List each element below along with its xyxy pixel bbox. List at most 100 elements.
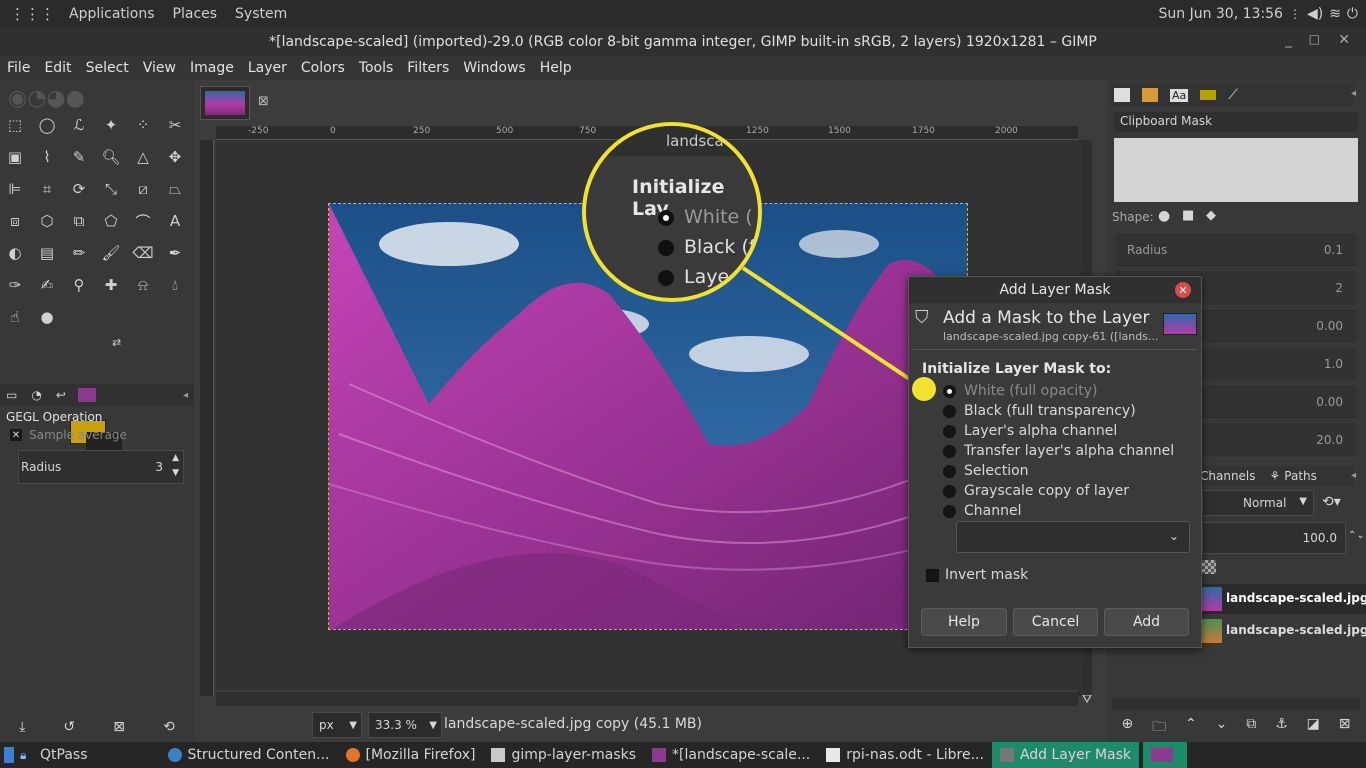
scissors-icon[interactable]: ✂ <box>164 114 186 136</box>
volume-icon[interactable]: ◀) <box>1307 6 1323 22</box>
radio-transfer-alpha[interactable]: Transfer layer's alpha channel <box>943 443 1174 459</box>
param-radius[interactable]: Radius 0.1 <box>1114 232 1358 268</box>
close-image-tab-icon[interactable]: ⊠ <box>258 94 269 109</box>
opacity-spinner[interactable]: 100.0 <box>1202 522 1346 554</box>
color-select-icon[interactable]: ⁘ <box>132 114 154 136</box>
anchor-layer-icon[interactable]: ⚓ <box>1275 716 1288 738</box>
channel-select[interactable]: ⌄ <box>956 521 1190 553</box>
clock[interactable]: Sun Jun 30, 13:56 <box>1158 6 1282 22</box>
eraser-icon[interactable]: ⌫ <box>132 242 154 264</box>
task-add-layer-mask[interactable]: Add Layer Mask <box>991 742 1140 768</box>
task-workspace[interactable] <box>1143 742 1188 768</box>
unit-select[interactable]: px ▼ <box>312 712 362 738</box>
radio-alpha[interactable]: Layer's alpha channel <box>943 423 1117 439</box>
ink-icon[interactable]: ✑ <box>4 274 26 296</box>
fonts-tab-icon[interactable]: Aa <box>1170 88 1189 102</box>
restore-options-icon[interactable]: ↺ <box>63 719 75 735</box>
menu-select[interactable]: Select <box>79 60 136 76</box>
warp-icon[interactable]: ⌒ <box>132 210 154 232</box>
task-structured-content[interactable]: Structured Conten... <box>160 742 338 768</box>
rect-select-icon[interactable]: ⬚ <box>4 114 26 136</box>
smudge-icon[interactable]: ☝ <box>4 306 26 328</box>
menu-image[interactable]: Image <box>183 60 241 76</box>
gradients-tab-icon[interactable] <box>1200 90 1217 100</box>
scale-icon[interactable]: ⤡ <box>100 178 122 200</box>
more-icon[interactable]: ⋮ <box>1289 7 1301 21</box>
lock-alpha-icon[interactable] <box>1202 560 1216 574</box>
blur-icon[interactable]: 💧︎ <box>164 274 186 296</box>
task-gimp-layer-masks[interactable]: gimp-layer-masks <box>483 742 644 768</box>
add-button[interactable]: Add <box>1104 608 1189 636</box>
invert-mask-checkbox[interactable] <box>926 569 939 582</box>
swap-colors-icon[interactable]: ⇄ <box>112 336 121 349</box>
paths-tab-icon[interactable]: ⚘ <box>1270 469 1281 483</box>
mask-layer-icon[interactable]: ◪ <box>1307 716 1320 738</box>
device-status-tab-icon[interactable]: ◔ <box>31 388 41 402</box>
task-firefox[interactable]: [Mozilla Firefox] <box>338 742 484 768</box>
vertical-ruler[interactable] <box>200 140 214 696</box>
align-icon[interactable]: ⊫ <box>4 178 26 200</box>
decrease-icon[interactable]: ▼ <box>172 468 179 478</box>
opacity-step-icon[interactable]: ⌃⌄ <box>1348 530 1365 541</box>
task-qtpass[interactable]: 🔒︎ QtPass <box>20 742 96 768</box>
radius-spinner[interactable]: Radius 3 ▲ ▼ <box>18 450 184 484</box>
menu-filters[interactable]: Filters <box>400 60 456 76</box>
help-button[interactable]: Help <box>921 608 1007 636</box>
text-tool-icon[interactable]: A <box>164 210 186 232</box>
measure-icon[interactable]: △ <box>132 146 154 168</box>
3d-transform-icon[interactable]: ⧈ <box>4 210 26 232</box>
raise-layer-icon[interactable]: ⌃ <box>1185 716 1197 738</box>
undo-history-tab-icon[interactable]: ↩ <box>56 388 66 402</box>
handle-transform-icon[interactable]: ⧉ <box>68 210 90 232</box>
perspective-icon[interactable]: ⏢ <box>164 178 186 200</box>
perspective-clone-icon[interactable]: ⍾ <box>132 274 154 296</box>
brushes-tab-icon[interactable] <box>1114 88 1130 102</box>
system-menu[interactable]: System <box>235 6 287 22</box>
delete-layer-icon[interactable]: ⊠ <box>1339 716 1351 738</box>
move-icon[interactable]: ✥ <box>164 146 186 168</box>
radio-black[interactable]: Black (full transparency) <box>943 403 1136 419</box>
layers-scrollbar[interactable] <box>1112 698 1360 710</box>
unified-transform-icon[interactable]: ⬡ <box>36 210 58 232</box>
show-desktop-icon[interactable] <box>4 747 14 763</box>
color-picker-icon[interactable]: ✎ <box>68 146 90 168</box>
image-tab[interactable] <box>200 86 250 120</box>
paintbrush-icon[interactable]: 🖌︎ <box>100 242 122 264</box>
layer-mode-select[interactable]: Normal ▼ <box>1202 490 1314 516</box>
menu-colors[interactable]: Colors <box>294 60 352 76</box>
ellipse-select-icon[interactable]: ◯ <box>36 114 58 136</box>
task-gimp-image[interactable]: *[landscape-scale... <box>644 742 818 768</box>
dock-menu-icon[interactable]: ◂ <box>1351 88 1356 99</box>
bucket-fill-icon[interactable]: ◐ <box>4 242 26 264</box>
mypaint-brush-icon[interactable]: ✍ <box>36 274 58 296</box>
applications-menu[interactable]: Applications <box>69 6 155 22</box>
menu-windows[interactable]: Windows <box>456 60 533 76</box>
airbrush-icon[interactable]: ✒ <box>164 242 186 264</box>
zoom-select[interactable]: 33.3 % ▼ <box>368 712 442 738</box>
maximize-icon[interactable]: □ <box>1309 32 1320 46</box>
duplicate-layer-icon[interactable]: ⧉ <box>1246 716 1256 738</box>
layers-menu-icon[interactable]: ◂ <box>1351 470 1356 481</box>
patterns-tab-icon[interactable] <box>1142 88 1158 102</box>
rotate-icon[interactable]: ⟳ <box>68 178 90 200</box>
minimize-icon[interactable]: _ <box>1285 32 1292 48</box>
dodge-burn-icon[interactable]: ● <box>36 306 58 328</box>
menu-file[interactable]: File <box>0 60 37 76</box>
radio-channel[interactable]: Channel <box>943 503 1021 519</box>
fuzzy-select-icon[interactable]: ✦ <box>100 114 122 136</box>
power-icon[interactable]: ⏻ <box>1347 6 1358 22</box>
new-group-icon[interactable]: 🗀︎ <box>1152 716 1166 738</box>
lower-layer-icon[interactable]: ⌄ <box>1216 716 1228 738</box>
zoom-icon[interactable]: 🔍︎ <box>100 146 122 168</box>
cage-transform-icon[interactable]: ⬠ <box>100 210 122 232</box>
diamond-shape-icon[interactable]: ◆ <box>1206 208 1216 223</box>
clone-icon[interactable]: ⚲ <box>68 274 90 296</box>
tab-paths[interactable]: Paths <box>1284 469 1317 483</box>
new-layer-icon[interactable]: ⊕ <box>1121 716 1133 738</box>
places-menu[interactable]: Places <box>173 6 218 22</box>
menu-edit[interactable]: Edit <box>37 60 78 76</box>
paths-tool-icon[interactable]: ⌇ <box>36 146 58 168</box>
gradient-icon[interactable]: ▤ <box>36 242 58 264</box>
menu-layer[interactable]: Layer <box>241 60 294 76</box>
wifi-icon[interactable]: ≋ <box>1329 6 1341 22</box>
